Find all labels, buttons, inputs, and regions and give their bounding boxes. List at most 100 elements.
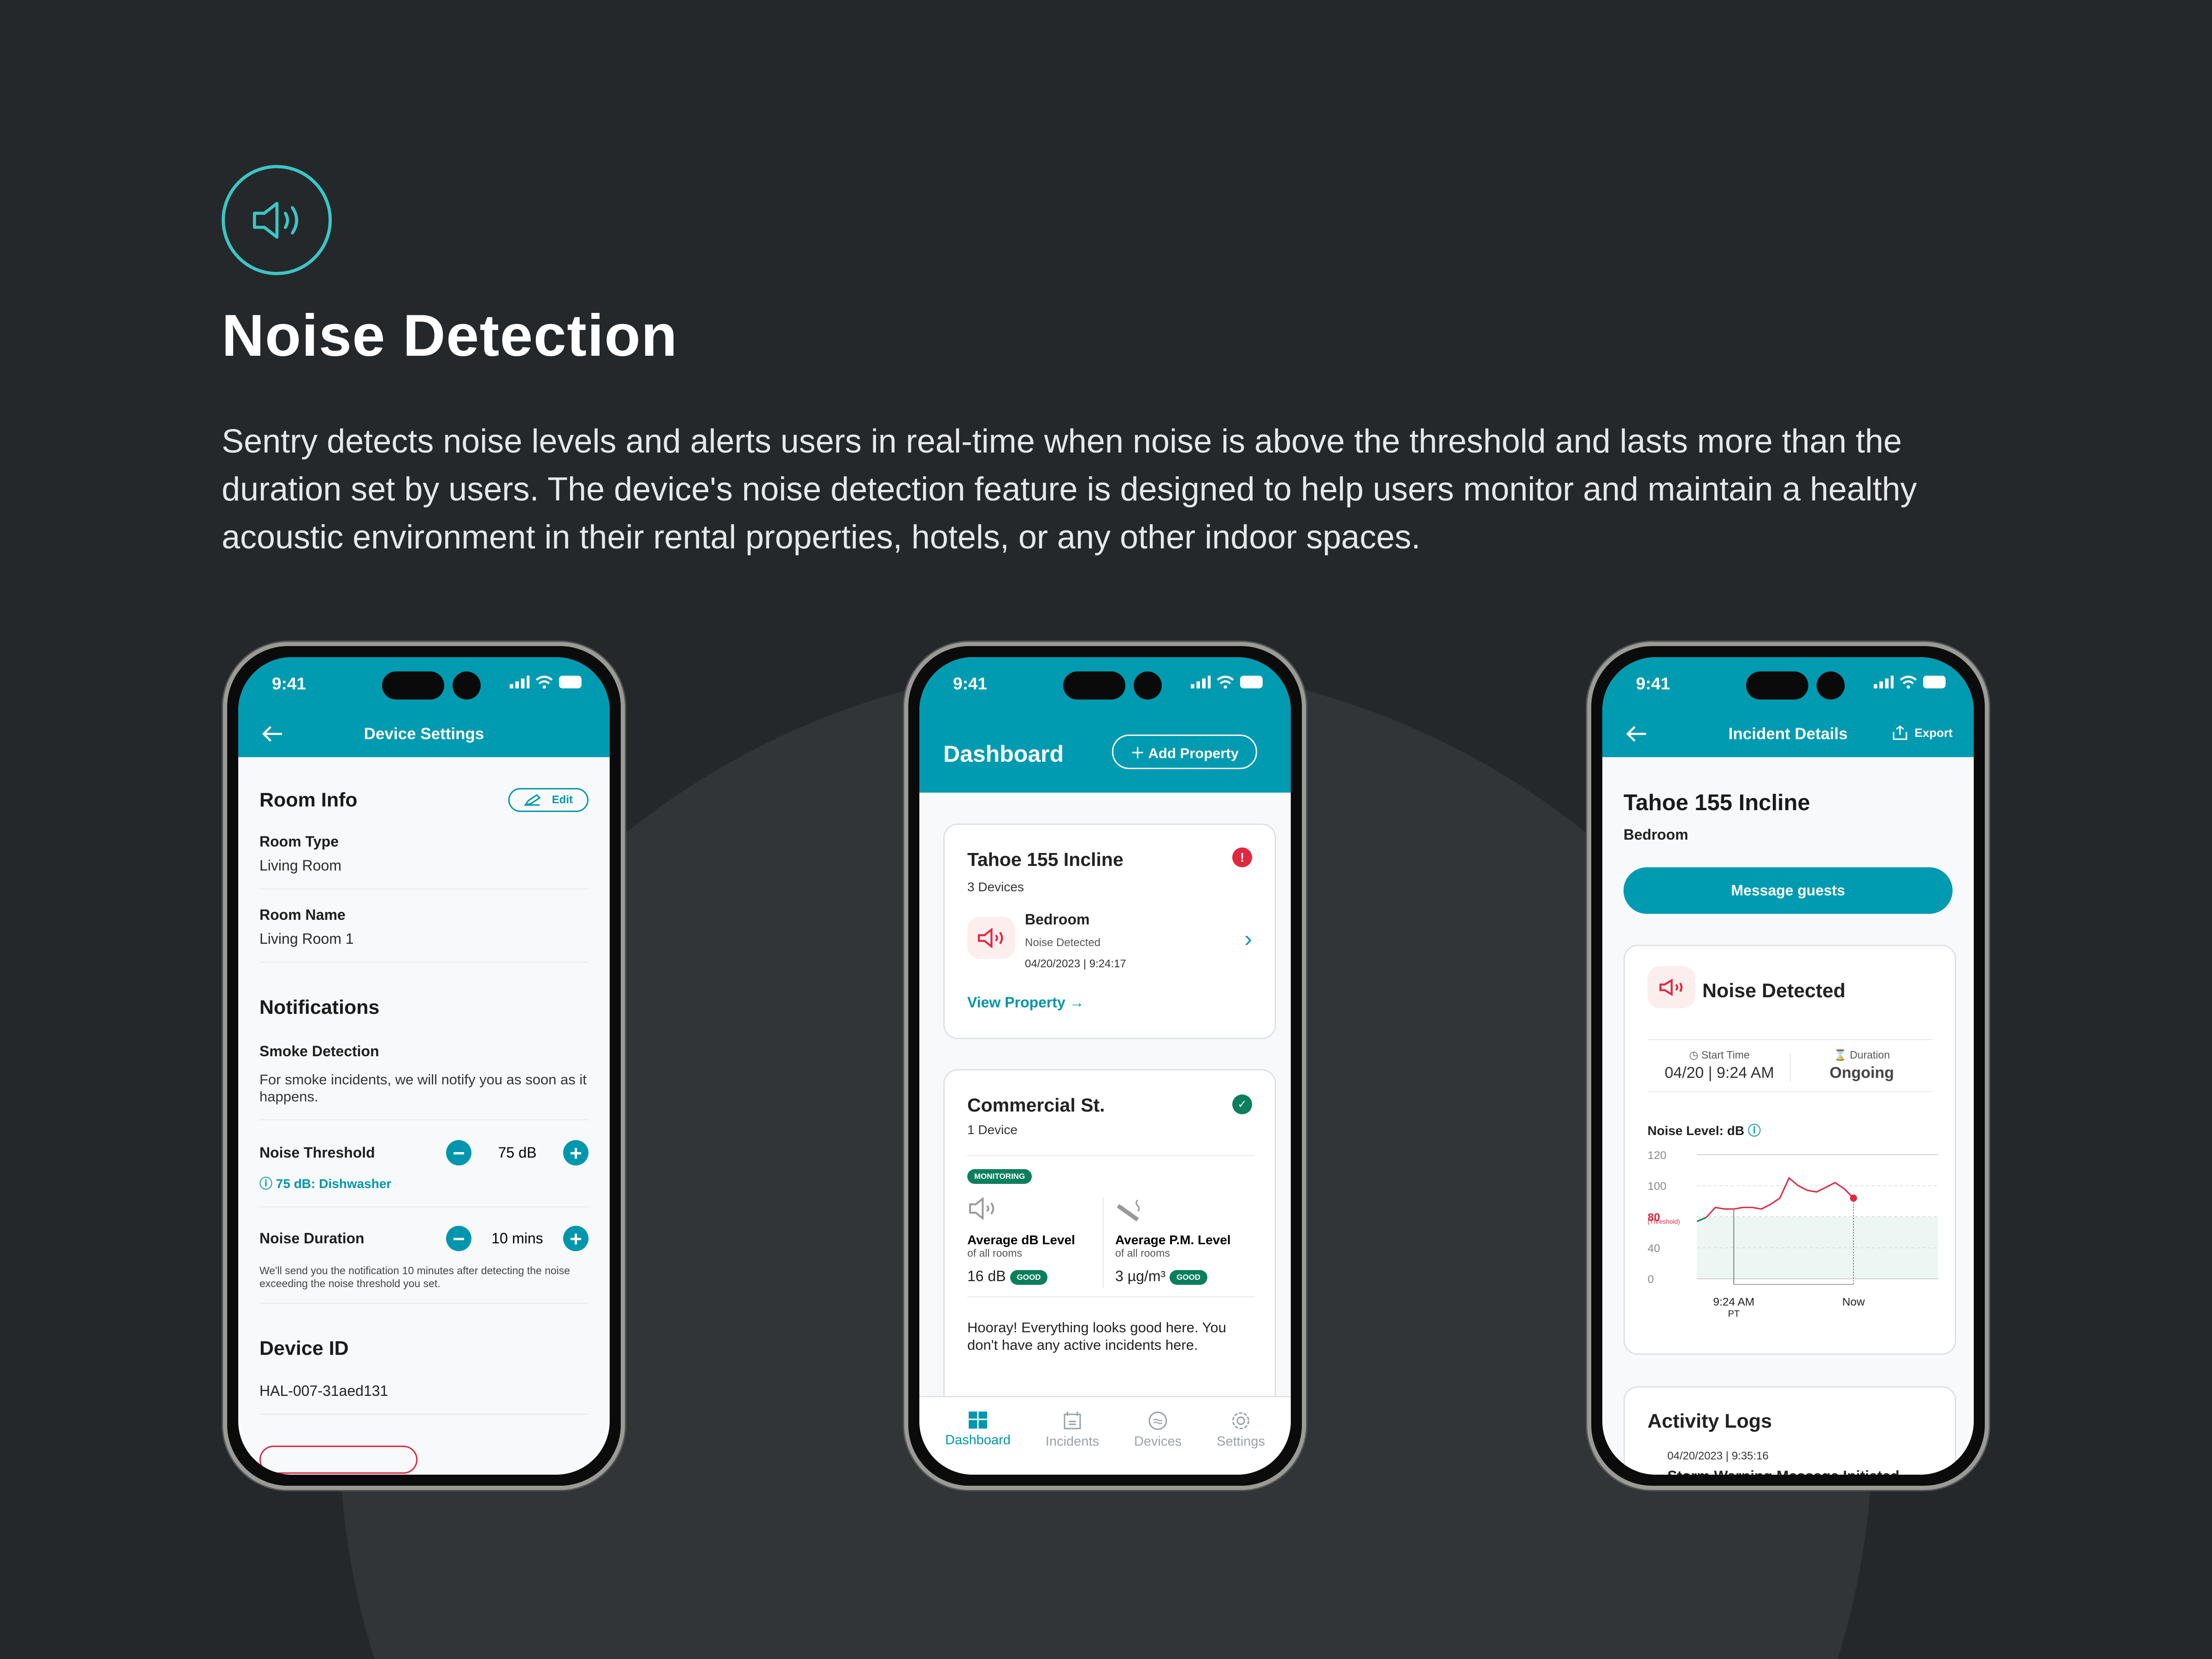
avg-db-value: 16 dB xyxy=(967,1268,1006,1284)
smoke-description: For smoke incidents, we will notify you … xyxy=(259,1071,587,1105)
noise-level-chart: 12010080400(Threshold)9:24 AMPTNow xyxy=(1647,1149,1938,1319)
chevron-right-icon[interactable]: › xyxy=(1244,925,1252,952)
y-tick-label: 40 xyxy=(1647,1242,1660,1255)
x-label-timezone: PT xyxy=(1728,1309,1740,1319)
avg-db-sub: of all rooms xyxy=(967,1247,1022,1259)
gear-icon xyxy=(1232,1412,1249,1430)
increase-threshold-button[interactable]: + xyxy=(563,1140,588,1165)
bottom-tab-bar: Dashboard Incidents Devices Settings xyxy=(919,1396,1291,1475)
tab-incidents[interactable]: Incidents xyxy=(1046,1412,1099,1475)
grid-icon xyxy=(968,1412,987,1429)
room-name: Bedroom xyxy=(1025,911,1090,928)
event-timestamp: 04/20/2023 | 9:24:17 xyxy=(1025,958,1126,970)
speaker-alert-icon xyxy=(967,917,1015,959)
plus-icon: ＋ xyxy=(1130,745,1148,761)
smoke-detection-label: Smoke Detection xyxy=(259,1043,379,1059)
add-property-button[interactable]: ＋ Add Property xyxy=(1112,735,1257,769)
remove-device-button[interactable] xyxy=(259,1446,418,1474)
info-icon[interactable]: ⓘ xyxy=(1748,1124,1761,1138)
noise-duration-label: Noise Duration xyxy=(259,1230,365,1247)
noise-line xyxy=(1706,1177,1854,1218)
event-label: Noise Detected xyxy=(1025,936,1101,949)
page-title: Noise Detection xyxy=(222,303,678,369)
message-guests-button[interactable]: Message guests xyxy=(1624,867,1953,914)
tab-dashboard[interactable]: Dashboard xyxy=(945,1412,1011,1475)
status-time: 9:41 xyxy=(1636,674,1671,693)
good-badge: GOOD xyxy=(1170,1270,1207,1285)
export-button[interactable]: Export xyxy=(1892,725,1953,741)
calendar-icon xyxy=(1064,1412,1081,1430)
phone-incident-details: 9:41 Incident Details Export Tahoe 155 I… xyxy=(1587,642,1989,1490)
notifications-heading: Notifications xyxy=(259,996,380,1018)
threshold-hint: 75 dB: Dishwasher xyxy=(276,1177,392,1191)
avg-pm-label: Average P.M. Level xyxy=(1115,1233,1231,1247)
dashboard-title: Dashboard xyxy=(943,741,1064,767)
smoke-icon xyxy=(1115,1197,1146,1225)
start-time-value: 04/20 | 9:24 AM xyxy=(1665,1064,1774,1082)
check-icon: ✓ xyxy=(1232,1094,1252,1114)
status-time: 9:41 xyxy=(953,674,988,693)
incident-card: Noise Detected ◷ Start Time 04/20 | 9:24 … xyxy=(1624,945,1956,1355)
room-type-value: Living Room xyxy=(259,857,341,874)
hourglass-icon: ⌛ xyxy=(1834,1049,1850,1061)
x-label-start: 9:24 AM xyxy=(1713,1296,1754,1308)
phone-device-settings: 9:41 Device Settings Room Info Edit Room… xyxy=(223,642,625,1490)
y-tick-label: 100 xyxy=(1647,1180,1666,1193)
speaker-icon xyxy=(967,1197,1001,1222)
avg-pm-value: 3 µg/m³ xyxy=(1115,1268,1166,1284)
share-icon xyxy=(1893,725,1907,740)
y-tick-label: 120 xyxy=(1647,1149,1666,1162)
speaker-alert-icon xyxy=(1647,966,1695,1008)
status-message: Hooray! Everything looks good here. You … xyxy=(967,1319,1226,1353)
back-arrow-icon[interactable] xyxy=(261,724,283,744)
activity-logs-card: Activity Logs 04/20/2023 | 9:35:16 Storm… xyxy=(1624,1386,1956,1475)
duration-value: Ongoing xyxy=(1830,1064,1894,1082)
alert-icon: ! xyxy=(1232,847,1252,867)
y-tick-label: 0 xyxy=(1647,1273,1654,1286)
threshold-label: (Threshold) xyxy=(1647,1218,1680,1225)
room-type-label: Room Type xyxy=(259,833,339,850)
property-name: Tahoe 155 Incline xyxy=(967,849,1124,870)
screen-title: Device Settings xyxy=(364,724,484,743)
pencil-icon xyxy=(524,794,541,806)
room-name-value: Living Room 1 xyxy=(259,930,354,947)
device-icon xyxy=(1148,1412,1167,1430)
tab-devices[interactable]: Devices xyxy=(1134,1412,1182,1475)
info-icon: ⓘ xyxy=(259,1177,276,1191)
property-card-tahoe[interactable]: Tahoe 155 Incline ! 3 Devices Bedroom No… xyxy=(943,824,1276,1039)
status-icons xyxy=(510,676,584,688)
activity-text: Storm Warning Message Initiated xyxy=(1667,1468,1900,1475)
device-id-value: HAL-007-31aed131 xyxy=(259,1382,388,1399)
increase-duration-button[interactable]: + xyxy=(563,1226,588,1251)
avg-db-label: Average dB Level xyxy=(967,1233,1075,1247)
noise-threshold-label: Noise Threshold xyxy=(259,1144,375,1161)
monitoring-badge: MONITORING xyxy=(967,1169,1032,1184)
view-property-link[interactable]: View Property → xyxy=(967,994,1084,1011)
decrease-duration-button[interactable]: − xyxy=(446,1226,471,1251)
edit-button[interactable]: Edit xyxy=(508,788,588,812)
clock-icon: ◷ xyxy=(1689,1049,1701,1061)
duration-value: 10 mins xyxy=(491,1230,543,1247)
screen-title: Incident Details xyxy=(1728,724,1848,743)
tab-settings[interactable]: Settings xyxy=(1217,1412,1265,1475)
status-time: 9:41 xyxy=(272,674,306,693)
property-name: Commercial St. xyxy=(967,1094,1105,1116)
room-info-heading: Room Info xyxy=(259,788,358,811)
device-count: 3 Devices xyxy=(967,880,1024,894)
back-arrow-icon[interactable] xyxy=(1625,724,1647,744)
room-name-label: Room Name xyxy=(259,906,346,923)
page-description: Sentry detects noise levels and alerts u… xyxy=(222,423,1917,556)
chart-title: Noise Level: dB xyxy=(1647,1124,1745,1138)
event-title: Noise Detected xyxy=(1702,980,1846,1002)
duration-label: Duration xyxy=(1850,1049,1890,1061)
speaker-icon xyxy=(222,165,332,275)
activity-timestamp: 04/20/2023 | 9:35:16 xyxy=(1667,1450,1769,1462)
status-icons xyxy=(1874,676,1948,688)
decrease-threshold-button[interactable]: − xyxy=(446,1140,471,1165)
property-name: Tahoe 155 Incline xyxy=(1624,790,1810,815)
property-card-commercial[interactable]: Commercial St. ✓ 1 Device MONITORING Ave… xyxy=(943,1069,1276,1436)
threshold-value: 75 dB xyxy=(498,1144,537,1161)
activity-logs-heading: Activity Logs xyxy=(1647,1410,1772,1432)
start-time-label: Start Time xyxy=(1701,1049,1750,1061)
duration-description: We'll send you the notification 10 minut… xyxy=(259,1265,570,1289)
